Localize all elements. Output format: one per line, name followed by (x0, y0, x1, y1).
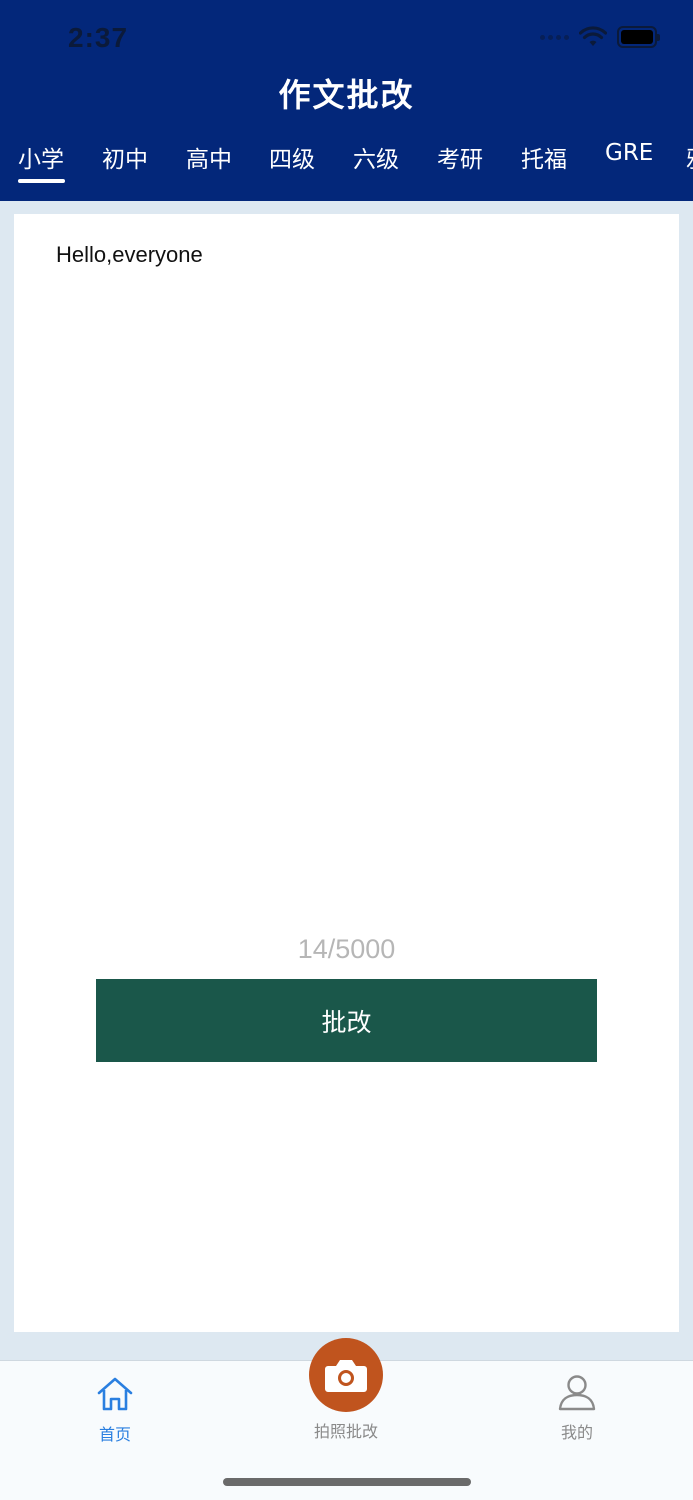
camera-fab-button[interactable] (309, 1338, 383, 1412)
tab-postgraduate[interactable]: 考研 (437, 140, 483, 174)
tab-gre[interactable]: GRE (605, 140, 653, 166)
tab-cet6[interactable]: 六级 (353, 140, 399, 174)
home-indicator (223, 1478, 471, 1486)
active-tab-indicator (18, 179, 65, 183)
nav-home-label: 首页 (98, 1425, 131, 1444)
tab-primary[interactable]: 小学 (18, 140, 64, 174)
status-icons (540, 26, 660, 48)
tab-ielts[interactable]: 雅 (686, 140, 693, 174)
submit-correction-label: 批改 (321, 1007, 372, 1037)
app-header: 2:37 作文批改 小学 初中 高中 四级 六级 考研 托福 GRE 雅 (0, 0, 693, 201)
nav-home[interactable]: 首页 (55, 1361, 175, 1445)
status-time: 2:37 (68, 22, 129, 53)
user-icon (558, 1375, 596, 1411)
nav-camera-label: 拍照批改 (313, 1422, 378, 1441)
signal-icon (540, 34, 569, 40)
character-counter: 14/5000 (297, 934, 396, 964)
essay-input[interactable]: Hello,everyone (56, 242, 203, 268)
wifi-icon (579, 26, 607, 46)
essay-card: Hello,everyone 14/5000 批改 (14, 214, 679, 1332)
page-title: 作文批改 (278, 77, 415, 113)
nav-camera[interactable]: 拍照批改 (286, 1418, 406, 1442)
submit-correction-button[interactable]: 批改 (96, 979, 597, 1062)
tab-junior-high[interactable]: 初中 (102, 140, 148, 174)
battery-icon (617, 26, 660, 48)
nav-profile[interactable]: 我的 (517, 1361, 637, 1443)
tab-toefl[interactable]: 托福 (521, 140, 567, 174)
nav-profile-label: 我的 (560, 1423, 593, 1442)
camera-icon (325, 1360, 367, 1392)
tab-cet4[interactable]: 四级 (269, 140, 315, 174)
level-tabs: 小学 初中 高中 四级 六级 考研 托福 GRE 雅 (0, 140, 693, 190)
tab-senior-high[interactable]: 高中 (186, 140, 232, 174)
home-icon (97, 1377, 133, 1411)
